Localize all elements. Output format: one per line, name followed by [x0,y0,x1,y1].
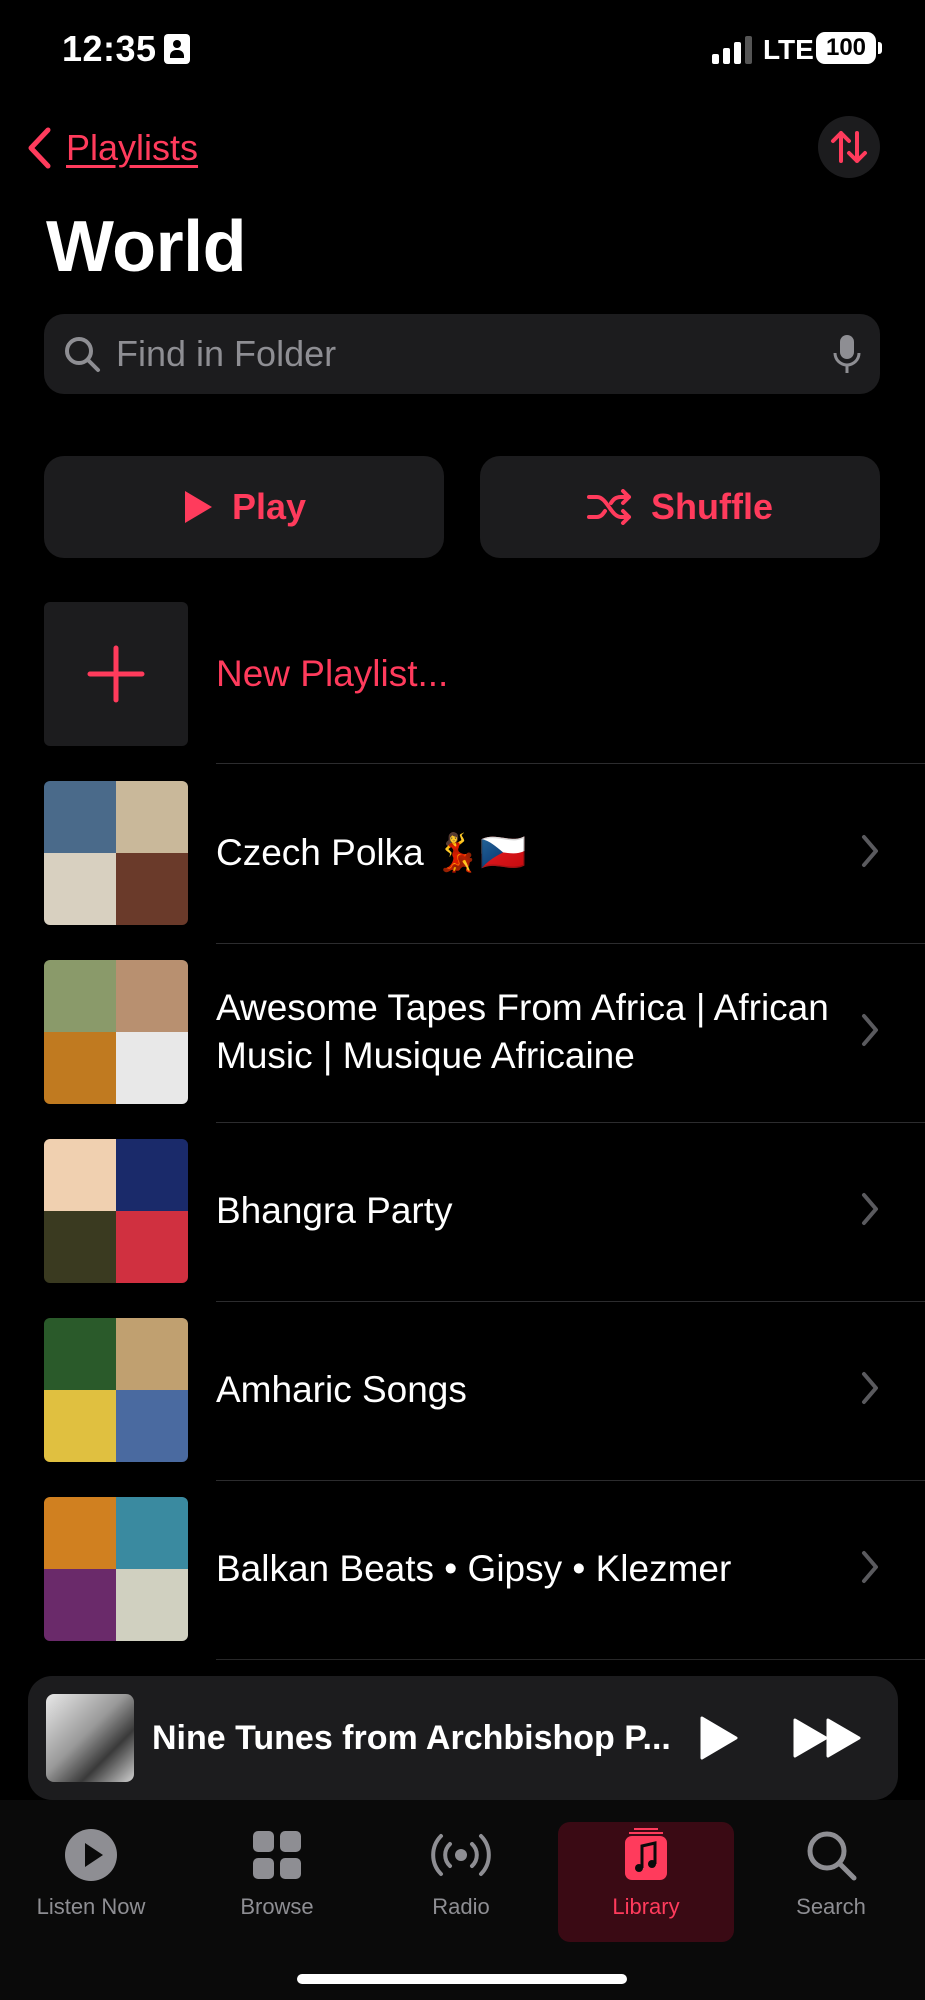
status-bar: 12:35 LTE 100 [0,0,925,100]
tab-search[interactable]: Search [743,1822,919,1942]
chevron-right-icon [862,1372,878,1404]
playlist-row[interactable]: Bhangra Party [0,1139,925,1317]
tab-listen-now[interactable]: Listen Now [3,1822,179,1942]
tab-label: Listen Now [36,1894,146,1919]
playlist-artwork [44,1139,188,1283]
tab-label: Browse [240,1894,314,1919]
chevron-right-icon [862,1014,878,1046]
divider [216,1480,925,1481]
sort-arrows-icon [831,131,867,163]
playlist-artwork [44,960,188,1104]
playlist-artwork [44,781,188,925]
play-label: Play [231,486,307,527]
page-title: World [46,207,247,287]
chevron-right-icon [862,835,878,867]
playlist-title: Balkan Beats • Gipsy • Klezmer [216,1548,732,1589]
playlist-title: Awesome Tapes From Africa | African Musi… [216,987,829,1076]
playlist-title: Bhangra Party [216,1190,453,1231]
search-placeholder: Find in Folder [116,333,337,374]
search-icon [65,337,100,372]
playlist-artwork [44,1497,188,1641]
tab-radio[interactable]: Radio [373,1822,549,1942]
divider [216,943,925,944]
playlist-artwork [44,1318,188,1462]
divider [216,763,925,764]
play-button[interactable]: Play [44,456,444,558]
new-playlist-label[interactable]: New Playlist... [216,602,448,746]
playlist-row[interactable]: Awesome Tapes From Africa | African Musi… [0,960,925,1138]
home-indicator[interactable] [297,1974,627,1984]
now-playing-artwork [46,1694,134,1782]
mini-player[interactable]: Nine Tunes from Archbishop P... [28,1676,898,1800]
plus-icon [87,645,145,703]
battery-icon: 100 [816,32,882,64]
tab-bar: Listen Now Browse Radio Library Search [0,1800,925,2000]
grid-icon [253,1831,301,1879]
playlist-title: Czech Polka 💃🇨🇿 [216,832,527,873]
music-library-icon [625,1828,667,1880]
play-icon[interactable] [696,1714,740,1762]
back-button[interactable]: Playlists [26,120,198,176]
divider [216,1301,925,1302]
play-icon [184,491,212,523]
playlist-row[interactable]: Czech Polka 💃🇨🇿 [0,781,925,959]
divider [216,1122,925,1123]
tab-label: Radio [432,1894,490,1919]
playlist-row[interactable]: Balkan Beats • Gipsy • Klezmer [0,1497,925,1675]
playlist-row[interactable]: Amharic Songs [0,1318,925,1496]
tab-label: Search [796,1894,866,1919]
status-time: 12:35 [62,28,157,69]
divider [216,1659,925,1660]
network-type: LTE [763,34,814,65]
now-playing-title: Nine Tunes from Archbishop P... [152,1718,671,1757]
signal-icon [712,36,752,64]
tab-browse[interactable]: Browse [189,1822,365,1942]
shuffle-icon [587,489,631,525]
shuffle-label: Shuffle [651,486,773,527]
playlist-title: Amharic Songs [216,1369,467,1410]
play-circle-icon [65,1829,117,1881]
back-label: Playlists [66,127,199,168]
fast-forward-icon[interactable] [792,1716,862,1760]
id-card-icon [164,34,190,64]
radio-waves-icon [431,1834,491,1876]
search-icon [807,1831,857,1881]
chevron-right-icon [862,1193,878,1225]
microphone-icon[interactable] [832,333,862,375]
new-playlist-button[interactable] [44,602,188,746]
search-field[interactable]: Find in Folder [44,314,880,394]
tab-label: Library [612,1894,680,1919]
sort-button[interactable] [818,116,880,178]
chevron-left-icon [28,127,51,169]
chevron-right-icon [862,1551,878,1583]
tab-library[interactable]: Library [558,1822,734,1942]
shuffle-button[interactable]: Shuffle [480,456,880,558]
